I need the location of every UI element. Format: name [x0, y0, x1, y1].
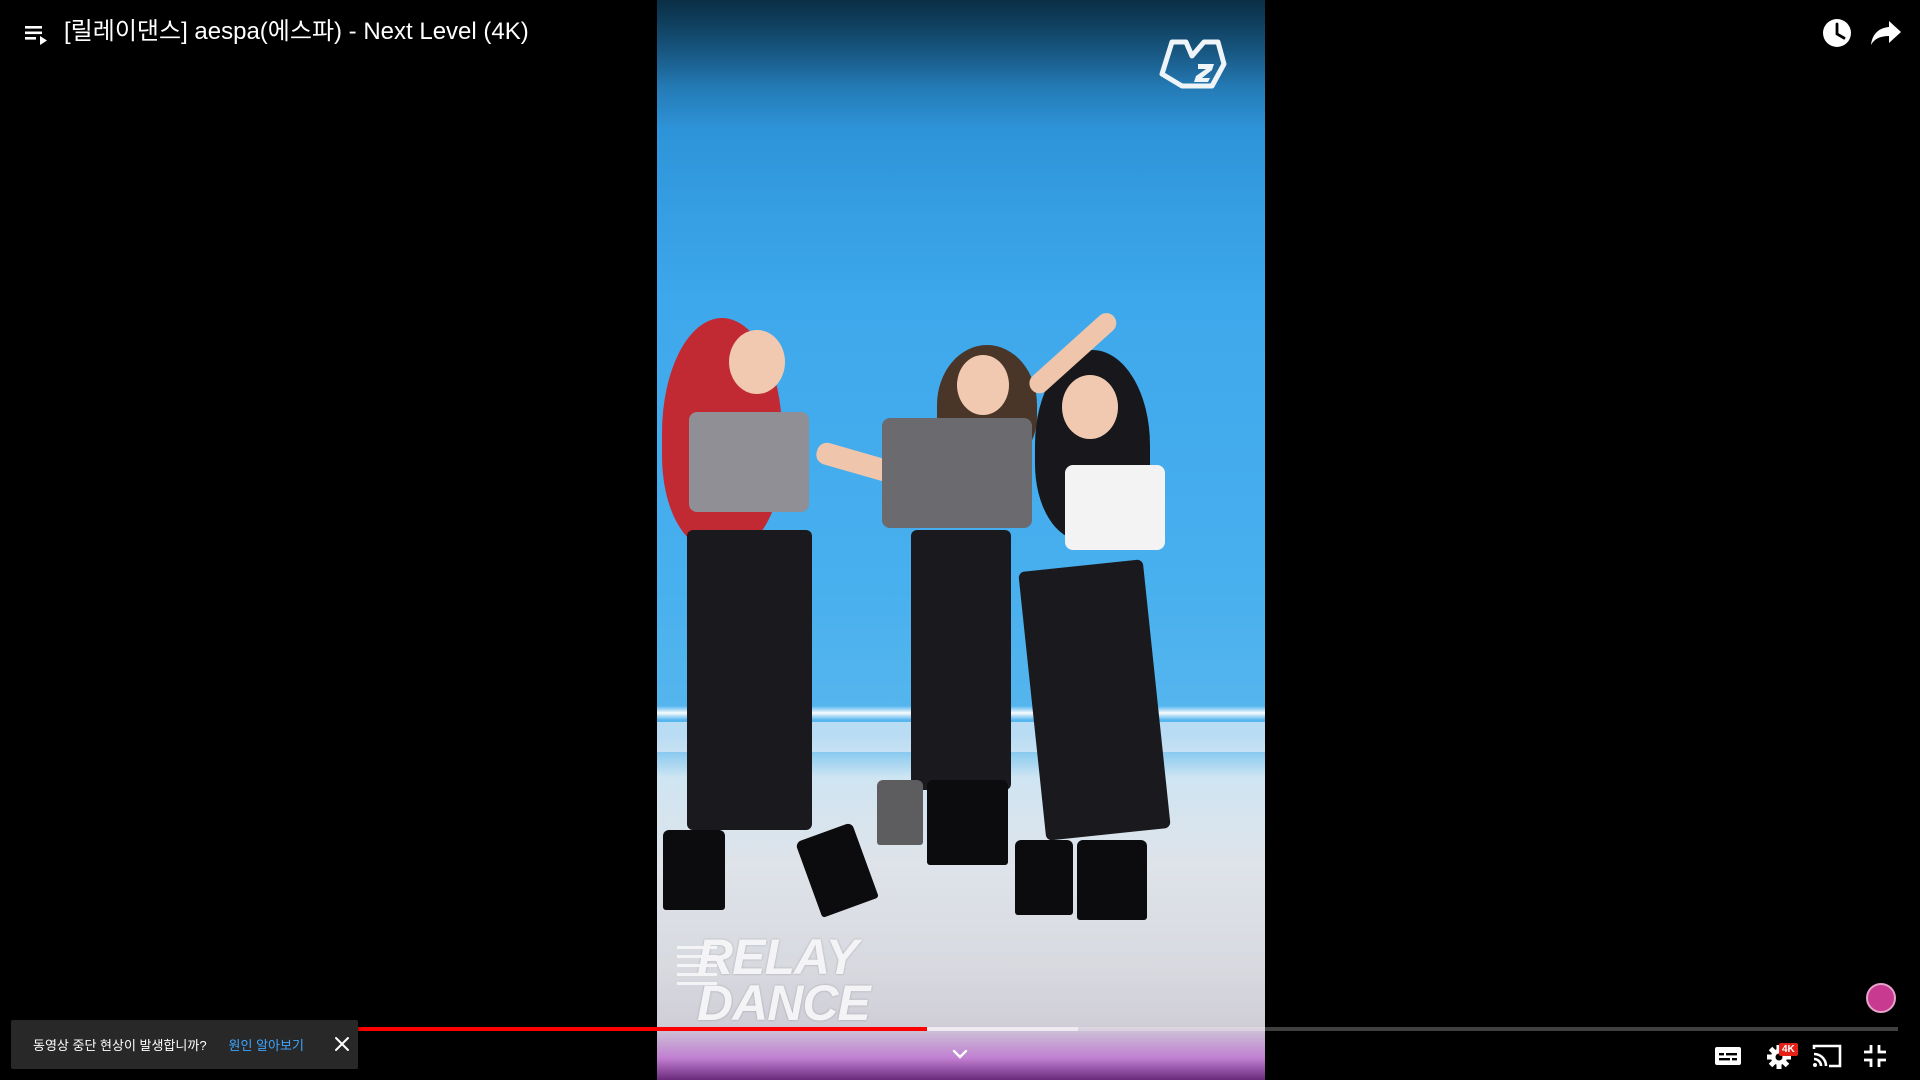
exit-fullscreen-icon[interactable] [1861, 1041, 1889, 1071]
cast-icon[interactable] [1811, 1041, 1843, 1071]
player-top-bar: [릴레이댄스] aespa(에스파) - Next Level (4K) [0, 0, 1920, 70]
channel-watermark-icon[interactable] [1866, 983, 1896, 1013]
close-icon[interactable] [333, 1035, 351, 1053]
speed-stripes [677, 940, 717, 991]
playlist-icon[interactable] [24, 22, 50, 46]
video-frame[interactable]: RELAY DANCE [657, 0, 1265, 1080]
video-title[interactable]: [릴레이댄스] aespa(에스파) - Next Level (4K) [64, 17, 529, 47]
overlay-text-line1: RELAY [697, 929, 859, 985]
quality-badge: 4K [1779, 1043, 1798, 1056]
playback-issue-toast: 동영상 중단 현상이 발생합니까? 원인 알아보기 [11, 1020, 358, 1069]
learn-cause-link[interactable]: 원인 알아보기 [229, 1035, 304, 1054]
relay-dance-overlay: RELAY DANCE [677, 929, 871, 1031]
clock-icon[interactable] [1820, 16, 1854, 50]
toast-message: 동영상 중단 현상이 발생합니까? [33, 1038, 207, 1053]
share-icon[interactable] [1869, 18, 1903, 48]
chevron-down-icon[interactable] [949, 1044, 971, 1064]
overlay-text-line2: DANCE [697, 975, 871, 1031]
subtitles-icon[interactable] [1713, 1041, 1743, 1071]
